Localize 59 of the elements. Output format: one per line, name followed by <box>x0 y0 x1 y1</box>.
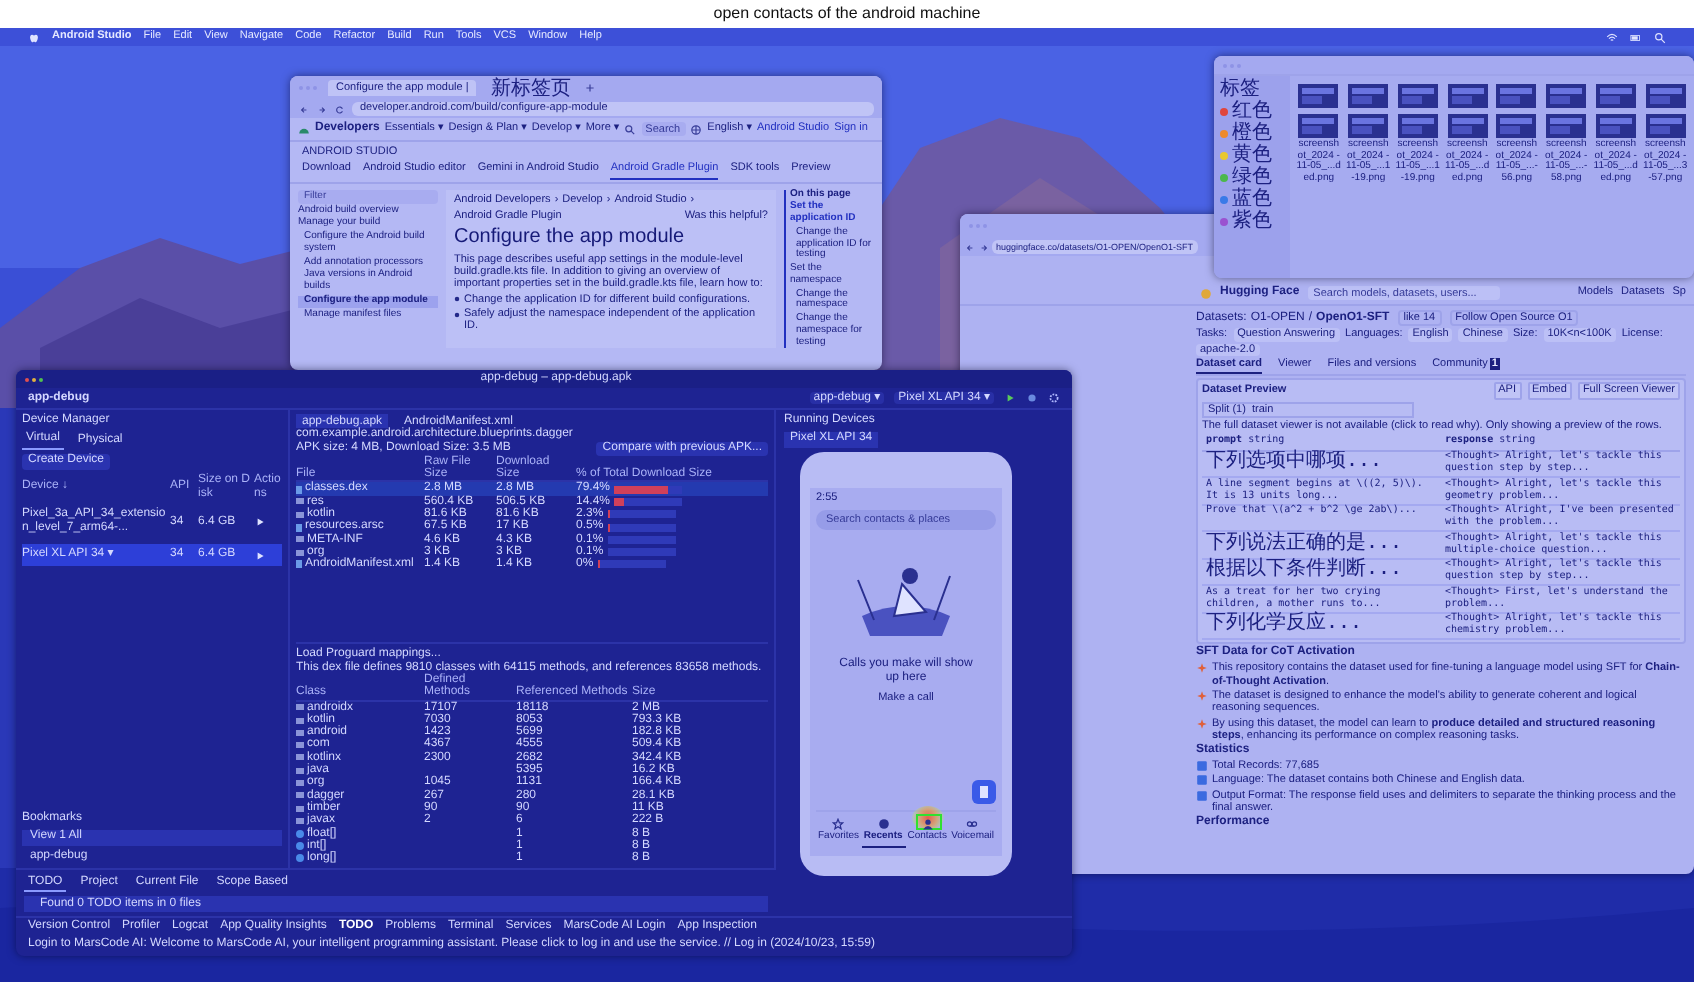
tag-item[interactable]: 黄色 <box>1232 146 1272 166</box>
battery-icon[interactable] <box>1630 31 1642 43</box>
file-thumbnail[interactable] <box>1595 114 1636 138</box>
voicemail-icon <box>966 818 979 831</box>
file-thumbnail[interactable] <box>1546 114 1587 138</box>
page-title: Configure the app module <box>454 226 687 250</box>
file-thumbnail[interactable] <box>1397 114 1438 138</box>
globe-icon[interactable] <box>690 123 703 135</box>
run-icon[interactable] <box>254 516 266 529</box>
hugging-face-logo-icon <box>1200 287 1212 299</box>
file-thumbnail[interactable] <box>1546 84 1587 108</box>
android-logo-icon <box>298 123 310 135</box>
table-cell: 下列化学反应... <box>1202 613 1441 641</box>
sparkle-icon <box>1196 689 1208 702</box>
file-thumbnail[interactable] <box>1496 114 1537 138</box>
file-thumbnail[interactable] <box>1645 84 1686 108</box>
forward-icon[interactable] <box>978 241 990 253</box>
target-box <box>916 814 942 831</box>
file-thumbnail[interactable] <box>1595 84 1636 108</box>
back-icon[interactable] <box>298 103 310 115</box>
clock-icon <box>877 818 890 831</box>
reload-icon[interactable] <box>334 103 346 115</box>
table-cell: 根据以下条件判断... <box>1202 559 1441 587</box>
file-thumbnail[interactable] <box>1447 84 1488 108</box>
tag-item[interactable]: 橙色 <box>1232 124 1272 144</box>
sparkle-icon <box>1196 717 1208 730</box>
file-thumbnail[interactable] <box>1645 114 1686 138</box>
tag-item[interactable]: 绿色 <box>1232 168 1272 188</box>
tap-heatmap <box>912 806 944 831</box>
run-icon[interactable] <box>254 549 266 562</box>
file-thumbnail[interactable] <box>1447 114 1488 138</box>
table-cell: 下列选项中哪项... <box>1202 451 1441 479</box>
file-thumbnail[interactable] <box>1298 114 1339 138</box>
back-icon[interactable] <box>964 241 976 253</box>
dialpad-button[interactable] <box>972 780 996 805</box>
apple-icon[interactable] <box>28 31 40 43</box>
window-controls-icon[interactable] <box>24 375 48 383</box>
file-thumbnail[interactable] <box>1348 114 1389 138</box>
person-icon <box>921 818 934 831</box>
file-thumbnail[interactable] <box>1348 84 1389 108</box>
table-cell: 下列说法正确的是... <box>1202 532 1441 560</box>
tag-item[interactable]: 红色 <box>1232 102 1272 122</box>
bullet-icon <box>454 296 460 303</box>
tag-item[interactable]: 紫色 <box>1232 212 1272 232</box>
bullet-icon <box>454 311 460 317</box>
run-icon[interactable] <box>1004 392 1016 404</box>
tag-item[interactable]: 蓝色 <box>1232 190 1272 210</box>
file-thumbnail[interactable] <box>1496 84 1537 108</box>
search-icon[interactable] <box>1654 31 1666 43</box>
wifi-icon[interactable] <box>1606 31 1618 43</box>
sidebar-heading: 标签 <box>1220 80 1262 100</box>
file-thumbnail[interactable] <box>1397 84 1438 108</box>
plus-icon[interactable] <box>584 82 597 94</box>
search-icon <box>624 123 637 135</box>
file-thumbnail[interactable] <box>1298 84 1339 108</box>
sparkle-icon <box>1196 662 1208 675</box>
browser-tab[interactable]: 新标签页 <box>482 76 579 100</box>
forward-icon[interactable] <box>316 103 328 115</box>
star-icon <box>832 818 845 831</box>
